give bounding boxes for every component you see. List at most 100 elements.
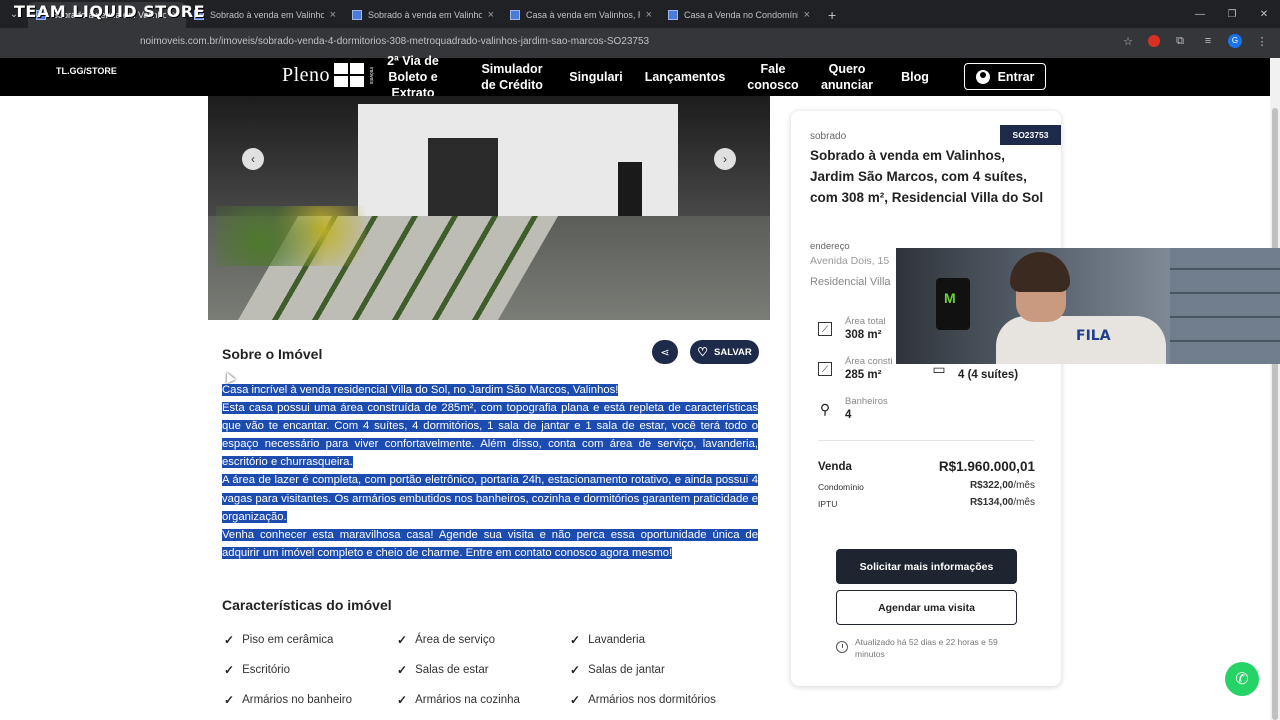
tab-title: Casa à venda em Valinhos, Resi xyxy=(526,10,640,20)
browser-tab[interactable]: Sobrado à venda em Valinhos, × xyxy=(344,2,502,28)
condo-fee: R$322,00/mês xyxy=(969,480,1035,491)
feature-item: ✓ Escritório xyxy=(224,663,290,677)
check-icon: ✓ xyxy=(397,693,408,707)
favicon-icon xyxy=(352,10,362,20)
suites-value: 4 (4 suítes) xyxy=(958,369,1019,381)
save-button[interactable]: ♡ SALVAR xyxy=(690,340,759,364)
nav-boleto[interactable]: 2ª Via de Boleto e Extrato xyxy=(384,53,442,101)
favicon-icon xyxy=(668,10,678,20)
whatsapp-button[interactable]: ✆ xyxy=(1225,662,1259,696)
minimize-icon[interactable]: — xyxy=(1184,0,1216,28)
features-title: Características do imóvel xyxy=(222,597,392,613)
streamer: FILA xyxy=(996,252,1166,364)
check-icon: ✓ xyxy=(224,663,235,677)
area-built-label: Área consti xyxy=(845,356,893,367)
login-button[interactable]: Entrar xyxy=(964,63,1046,90)
baths-label: Banheiros xyxy=(845,396,888,407)
close-icon[interactable]: × xyxy=(646,9,652,21)
area-built-value: 285 m² xyxy=(845,369,882,381)
shelf xyxy=(1170,248,1280,364)
clock-icon xyxy=(836,641,848,653)
nav-fale-conosco[interactable]: Fale conosco xyxy=(744,61,802,93)
new-tab-button[interactable]: + xyxy=(818,2,846,28)
url-field[interactable]: noimoveis.com.br/imoveis/sobrado-venda-4… xyxy=(140,36,649,47)
check-icon: ✓ xyxy=(570,633,581,647)
feature-item: ✓ Salas de estar xyxy=(397,663,489,677)
built-area-icon: ⟋ xyxy=(818,362,832,376)
description-paragraph: Casa incrível à venda residencial Villa … xyxy=(222,384,619,396)
webcam-overlay: M FILA xyxy=(896,248,1280,364)
browser-tab[interactable]: Sobrado à venda em Valinhos, × xyxy=(186,2,344,28)
check-icon: ✓ xyxy=(570,693,581,707)
logo-text: Pleno xyxy=(282,63,331,86)
media-icon[interactable]: ≡ xyxy=(1200,35,1216,47)
feature-item: ✓ Lavanderia xyxy=(570,633,645,647)
nav-blog[interactable]: Blog xyxy=(896,69,934,85)
description-paragraph: A área de lazer é completa, com portão e… xyxy=(222,474,758,523)
shirt-logo: FILA xyxy=(1076,328,1111,344)
divider xyxy=(818,440,1034,441)
feature-item: ✓ Piso em cerâmica xyxy=(224,633,334,647)
can-logo: M xyxy=(944,290,956,306)
store-tag: TL.GG/STORE xyxy=(56,66,117,76)
address-label: endereço xyxy=(810,241,850,252)
close-icon[interactable]: × xyxy=(488,9,494,21)
carousel-prev-button[interactable]: ‹ xyxy=(242,148,264,170)
browser-tab[interactable]: Casa à venda em Valinhos, Resi × xyxy=(502,2,660,28)
listing-title: Sobrado à venda em Valinhos, Jardim São … xyxy=(810,148,1044,205)
sale-price: R$1.960.000,01 xyxy=(938,459,1035,474)
tab-title: Sobrado à venda em Valinhos, xyxy=(210,10,324,20)
address-value: Avenida Dois, 15 xyxy=(810,255,890,267)
profile-avatar[interactable]: G xyxy=(1228,34,1242,48)
whatsapp-icon: ✆ xyxy=(1235,671,1249,688)
extensions-puzzle-icon[interactable]: ⧉ xyxy=(1172,35,1188,48)
kebab-menu-icon[interactable]: ⋮ xyxy=(1254,35,1270,48)
restore-icon[interactable]: ❐ xyxy=(1216,0,1248,28)
property-type: sobrado xyxy=(810,131,847,142)
schedule-visit-button[interactable]: Agendar uma visita xyxy=(836,590,1017,625)
close-icon[interactable]: × xyxy=(804,9,810,21)
baths-value: 4 xyxy=(845,409,852,421)
favicon-icon xyxy=(510,10,520,20)
logo-mark-icon xyxy=(334,63,365,87)
last-updated: Atualizado há 52 dias e 22 horas e 59 mi… xyxy=(855,637,998,659)
address-bar: noimoveis.com.br/imoveis/sobrado-venda-4… xyxy=(0,28,1280,58)
site-logo[interactable]: Pleno imóveis xyxy=(282,63,374,87)
check-icon: ✓ xyxy=(397,663,408,677)
stream-overlay-brand: TEAM LIQUID STORE xyxy=(14,2,206,21)
scrollbar-thumb[interactable] xyxy=(1272,108,1278,720)
energy-drink-can: M xyxy=(936,278,970,330)
listing-code-badge: SO23753 xyxy=(1000,125,1061,145)
heart-icon: ♡ xyxy=(697,345,709,359)
feature-item: ✓ Armários no banheiro xyxy=(224,693,353,707)
close-icon[interactable]: × xyxy=(330,9,336,21)
sale-label: Venda xyxy=(818,461,852,473)
nav-lancamentos[interactable]: Lançamentos xyxy=(644,69,726,85)
tab-title: Casa a Venda no Condomínio R xyxy=(684,10,798,20)
neighborhood: Residencial Villa xyxy=(810,276,891,288)
feature-item: ✓ Área de serviço xyxy=(397,633,495,647)
property-description: Casa incrível à venda residencial Villa … xyxy=(222,381,758,562)
feature-item: ✓ Armários na cozinha xyxy=(397,693,520,707)
toolbar-icons: ☆ ⧉ ≡ G ⋮ xyxy=(1120,34,1270,48)
extension-icon[interactable] xyxy=(1148,35,1160,47)
nav-simulador[interactable]: Simulador de Crédito xyxy=(478,61,546,93)
area-total-label: Área total xyxy=(845,316,886,327)
bookmark-star-icon[interactable]: ☆ xyxy=(1120,35,1136,48)
condo-label: Condomínio xyxy=(818,482,864,492)
description-paragraph: Venha conhecer esta maravilhosa casa! Ag… xyxy=(222,528,758,559)
save-label: SALVAR xyxy=(714,346,752,358)
request-info-button[interactable]: Solicitar mais informações xyxy=(836,549,1017,584)
carousel-next-button[interactable]: › xyxy=(714,148,736,170)
logo-subtext: imóveis xyxy=(368,66,375,84)
area-icon: ⟋ xyxy=(818,322,832,336)
browser-tab[interactable]: Casa a Venda no Condomínio R × xyxy=(660,2,818,28)
nav-singulari[interactable]: Singulari xyxy=(566,69,626,85)
area-total-value: 308 m² xyxy=(845,329,882,341)
close-window-icon[interactable]: ✕ xyxy=(1248,0,1280,28)
login-label: Entrar xyxy=(997,69,1035,84)
nav-quero-anunciar[interactable]: Quero anunciar xyxy=(818,61,876,93)
window-controls: — ❐ ✕ xyxy=(1184,0,1280,28)
feature-item: ✓ Salas de jantar xyxy=(570,663,665,677)
share-button[interactable]: ⋖ xyxy=(652,340,678,364)
